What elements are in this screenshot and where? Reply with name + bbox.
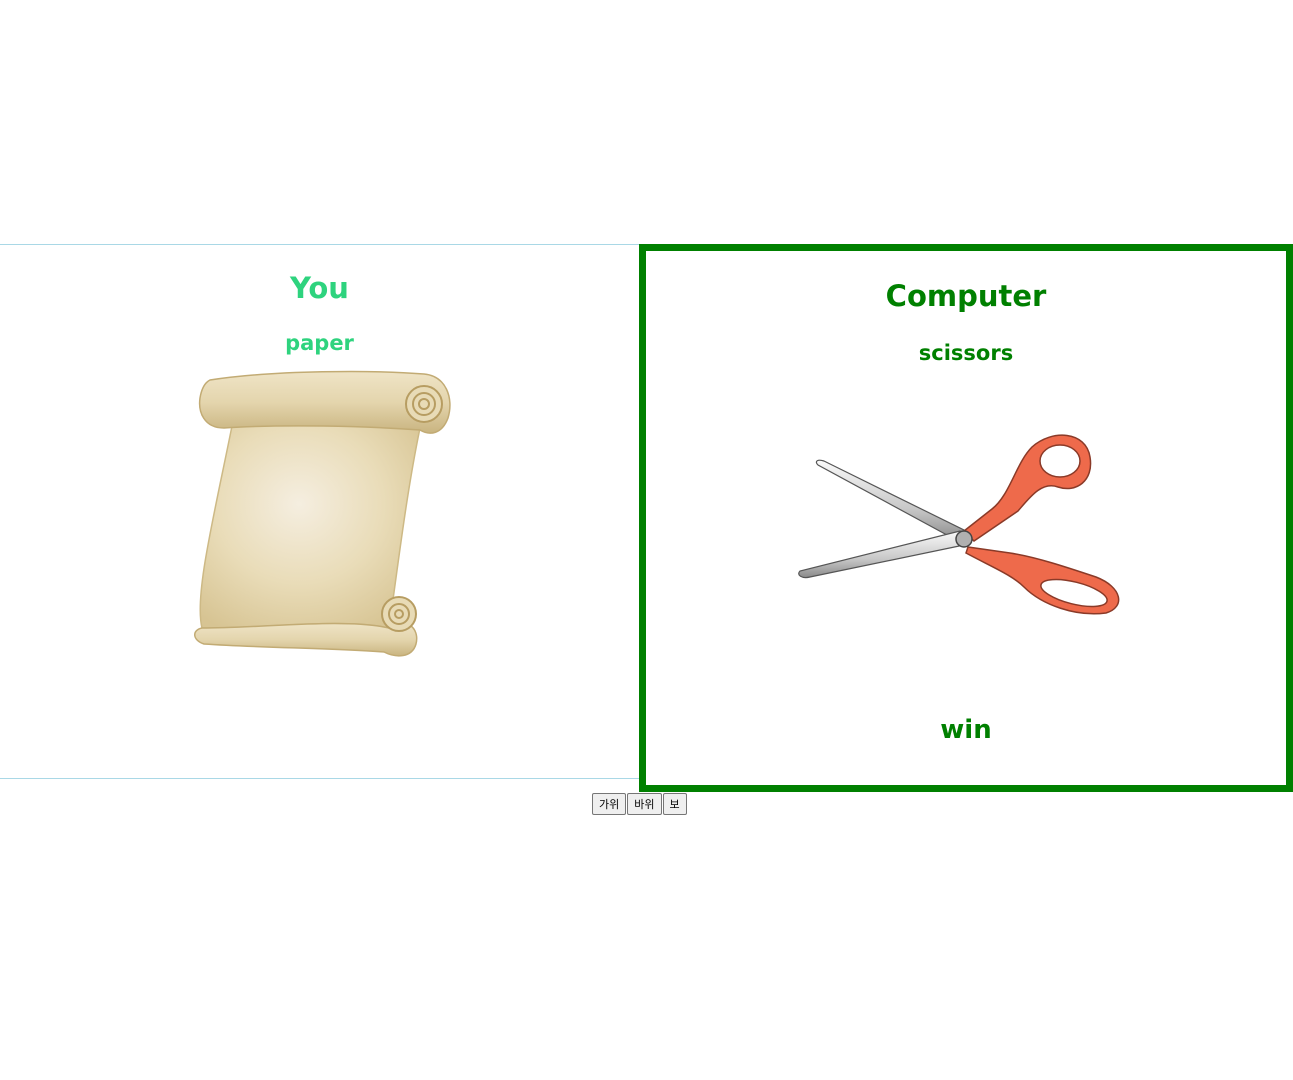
game-stage: You paper Computer scissors win xyxy=(0,244,1293,792)
rock-button[interactable]: 바위 xyxy=(627,793,662,815)
scissors-button[interactable]: 가위 xyxy=(592,793,627,815)
scissors-icon xyxy=(798,434,1120,615)
player-choice: paper xyxy=(285,331,354,355)
computer-panel: Computer scissors win xyxy=(639,244,1293,792)
player-panel: You paper xyxy=(0,244,639,779)
paper-scroll-icon xyxy=(194,370,451,657)
choice-buttons: 가위 바위 보 xyxy=(592,793,687,815)
player-title: You xyxy=(290,271,349,305)
paper-button[interactable]: 보 xyxy=(662,793,687,815)
computer-choice: scissors xyxy=(918,341,1014,365)
game-result: win xyxy=(940,715,992,745)
computer-title: Computer xyxy=(885,279,1047,313)
